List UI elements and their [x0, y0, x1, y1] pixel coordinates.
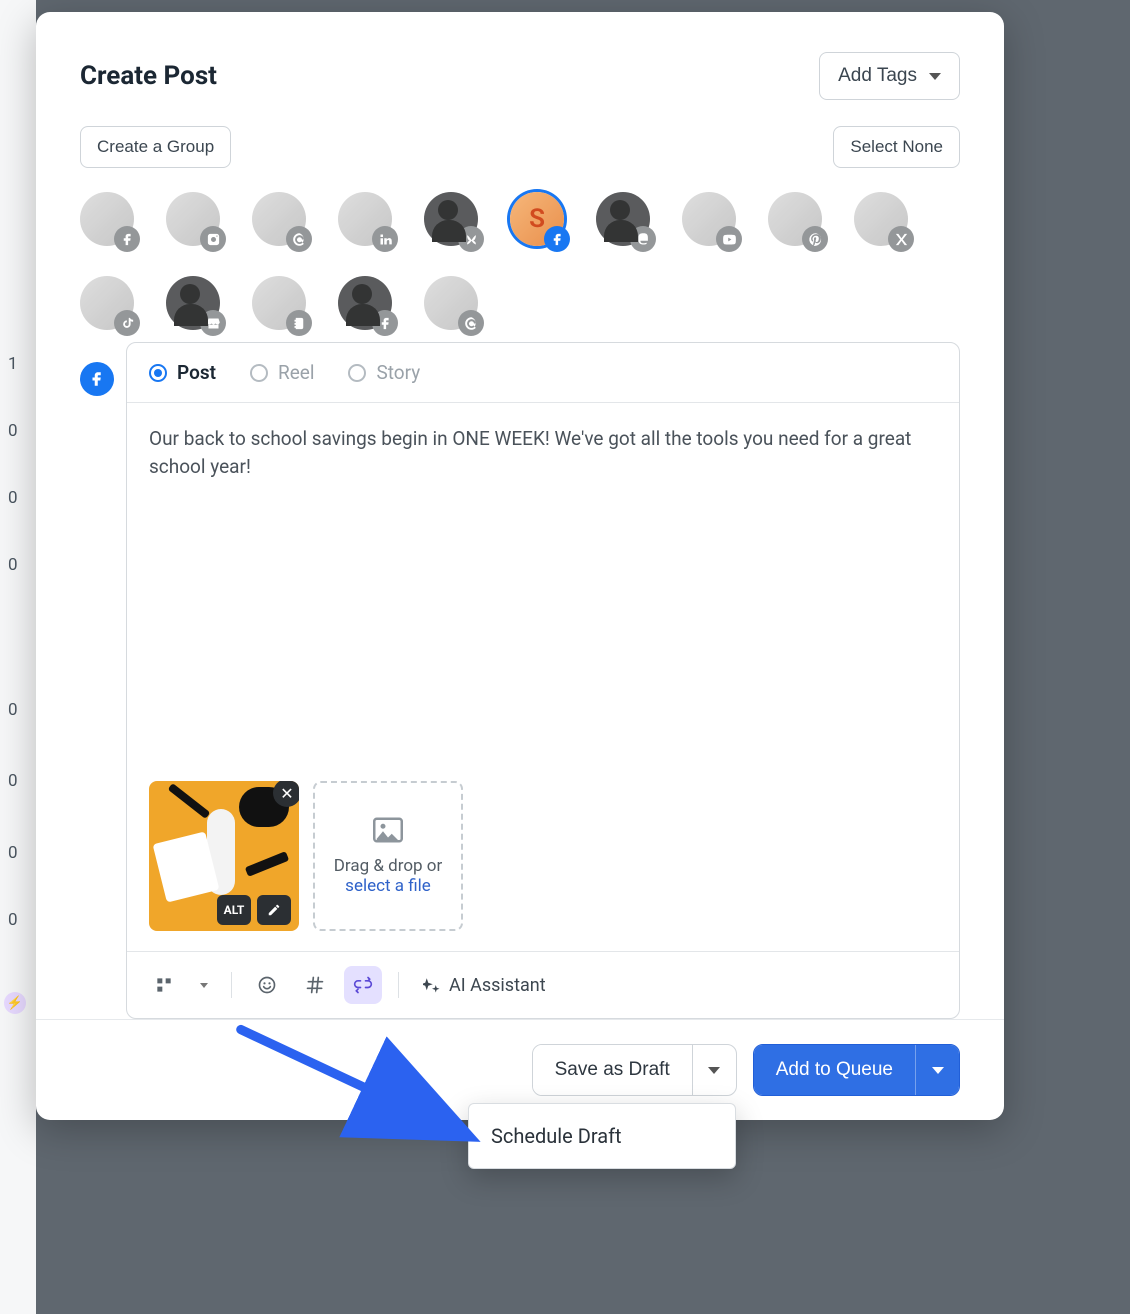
tab-story[interactable]: Story — [348, 361, 420, 384]
threads-icon — [458, 310, 484, 336]
save-as-draft-split-button: Save as Draft — [532, 1044, 737, 1096]
pinterest-icon — [802, 226, 828, 252]
account-avatar-contacts[interactable] — [252, 276, 306, 330]
composer-toolbar: AI Assistant — [127, 951, 959, 1018]
upload-dropzone[interactable]: Drag & drop or select a file — [313, 781, 463, 931]
chevron-down-icon — [929, 73, 941, 80]
media-row: ✕ ALT Drag & drop or select a file — [127, 781, 959, 951]
account-avatar-google-business[interactable] — [166, 276, 220, 330]
radio-icon — [348, 364, 366, 382]
divider — [398, 972, 399, 998]
tab-post[interactable]: Post — [149, 361, 216, 384]
save-as-draft-dropdown[interactable] — [692, 1045, 736, 1095]
edit-image-button[interactable] — [257, 895, 291, 925]
account-avatar-instagram[interactable] — [166, 192, 220, 246]
select-file-link[interactable]: select a file — [345, 876, 431, 896]
facebook-icon — [372, 310, 398, 336]
composer-panel: Post Reel Story Our back to school savin… — [126, 342, 960, 1019]
background-sidebar: 1 0 0 0 0 0 0 0 ⚡ — [0, 0, 36, 1314]
sidebar-count: 0 — [8, 771, 18, 791]
emoji-button[interactable] — [248, 966, 286, 1004]
instagram-icon — [200, 226, 226, 252]
sidebar-count: 0 — [8, 910, 18, 930]
mastodon-icon — [630, 226, 656, 252]
account-avatar-facebook[interactable] — [510, 192, 564, 246]
alt-text-button[interactable]: ALT — [217, 895, 251, 925]
account-avatar-pinterest[interactable] — [768, 192, 822, 246]
shorten-link-button[interactable] — [344, 966, 382, 1004]
radio-icon — [149, 364, 167, 382]
tab-post-label: Post — [177, 361, 216, 384]
x-icon — [888, 226, 914, 252]
dropzone-text: Drag & drop or select a file — [323, 856, 453, 896]
contacts-icon — [286, 310, 312, 336]
tiktok-icon — [114, 310, 140, 336]
linkedin-icon — [372, 226, 398, 252]
facebook-icon — [114, 226, 140, 252]
lightning-icon: ⚡ — [4, 992, 26, 1014]
add-to-queue-split-button: Add to Queue — [753, 1044, 960, 1096]
add-to-queue-button[interactable]: Add to Queue — [754, 1045, 915, 1095]
add-tags-button[interactable]: Add Tags — [819, 52, 960, 100]
modal-title: Create Post — [80, 61, 217, 91]
sidebar-count: 0 — [8, 700, 18, 720]
add-to-queue-dropdown[interactable] — [915, 1045, 959, 1095]
account-avatar-threads[interactable] — [252, 192, 306, 246]
post-type-tabs: Post Reel Story — [127, 343, 959, 403]
account-avatar-youtube[interactable] — [682, 192, 736, 246]
post-text-input[interactable]: Our back to school savings begin in ONE … — [127, 403, 959, 781]
sidebar-count: 0 — [8, 843, 18, 863]
ai-assistant-button[interactable]: AI Assistant — [415, 969, 554, 1002]
modal-header: Create Post Add Tags — [36, 12, 1004, 120]
remove-image-button[interactable]: ✕ — [273, 781, 299, 807]
google-business-icon — [200, 310, 226, 336]
facebook-icon — [544, 226, 570, 252]
account-avatar-facebook[interactable] — [338, 276, 392, 330]
account-avatar-facebook[interactable] — [80, 192, 134, 246]
bluesky-icon — [458, 226, 484, 252]
chevron-down-icon — [708, 1067, 720, 1074]
threads-icon — [286, 226, 312, 252]
create-group-button[interactable]: Create a Group — [80, 126, 231, 168]
ai-assistant-label: AI Assistant — [449, 975, 546, 996]
composer-row: Post Reel Story Our back to school savin… — [36, 338, 1004, 1019]
sidebar-count: 1 — [8, 354, 18, 374]
attached-image[interactable]: ✕ ALT — [149, 781, 299, 931]
tab-reel[interactable]: Reel — [250, 361, 314, 384]
account-avatar-x[interactable] — [854, 192, 908, 246]
sidebar-count: 0 — [8, 555, 18, 575]
image-icon — [373, 817, 403, 848]
media-library-button[interactable] — [145, 966, 183, 1004]
account-avatar-bluesky[interactable] — [424, 192, 478, 246]
sidebar-count: 0 — [8, 488, 18, 508]
account-picker — [36, 182, 1004, 338]
tab-story-label: Story — [376, 361, 420, 384]
select-none-button[interactable]: Select None — [833, 126, 960, 168]
tab-reel-label: Reel — [278, 361, 314, 384]
sidebar-count: 0 — [8, 421, 18, 441]
account-controls-row: Create a Group Select None — [36, 120, 1004, 182]
hashtag-button[interactable] — [296, 966, 334, 1004]
save-as-draft-button[interactable]: Save as Draft — [533, 1045, 692, 1095]
account-avatar-threads[interactable] — [424, 276, 478, 330]
radio-icon — [250, 364, 268, 382]
account-avatar-mastodon[interactable] — [596, 192, 650, 246]
schedule-draft-menu-item[interactable]: Schedule Draft — [468, 1103, 736, 1169]
create-post-modal: Create Post Add Tags Create a Group Sele… — [36, 12, 1004, 1120]
divider — [231, 972, 232, 998]
youtube-icon — [716, 226, 742, 252]
media-library-dropdown[interactable] — [193, 966, 215, 1004]
account-avatar-tiktok[interactable] — [80, 276, 134, 330]
account-avatar-linkedin[interactable] — [338, 192, 392, 246]
facebook-icon — [80, 362, 114, 396]
add-tags-label: Add Tags — [838, 65, 917, 87]
chevron-down-icon — [932, 1067, 944, 1074]
chevron-down-icon — [200, 983, 208, 988]
